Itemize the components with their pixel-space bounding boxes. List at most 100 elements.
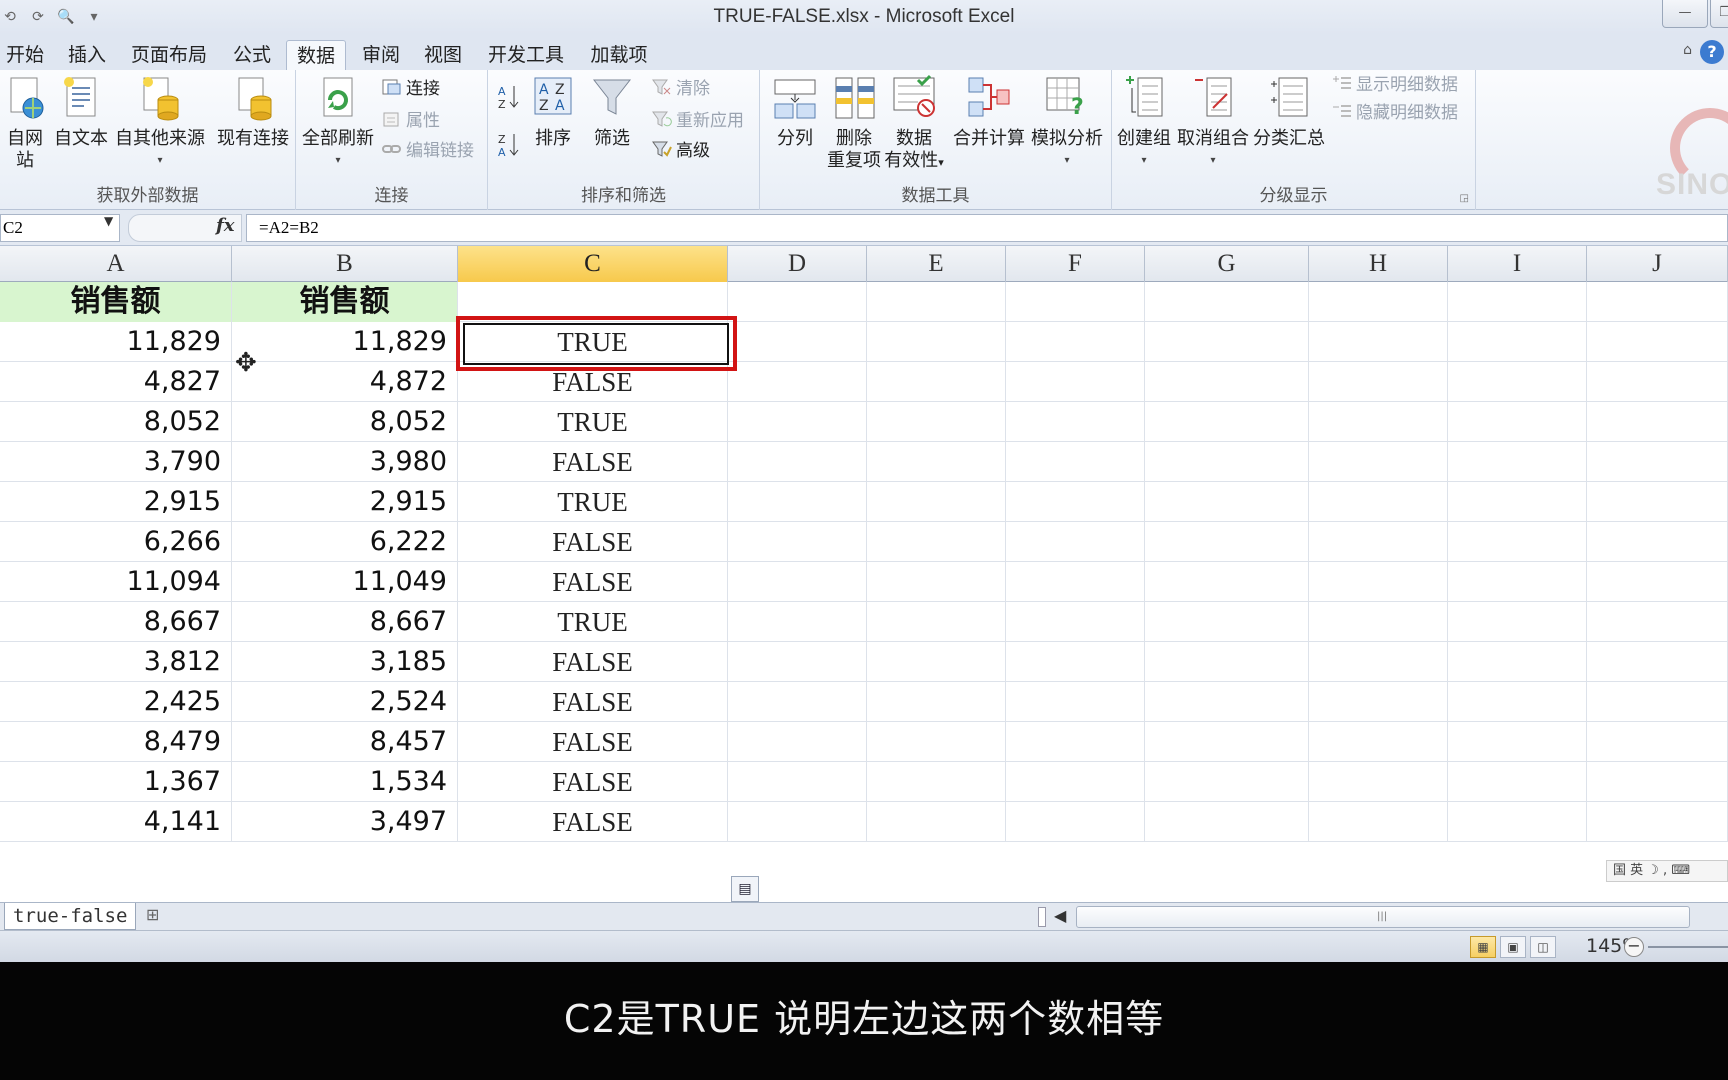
cell-g11[interactable] bbox=[1145, 682, 1309, 722]
cell-e3[interactable] bbox=[867, 362, 1006, 402]
cell-j2[interactable] bbox=[1587, 322, 1728, 362]
cell-d3[interactable] bbox=[728, 362, 867, 402]
cell-f6[interactable] bbox=[1006, 482, 1145, 522]
column-header-e[interactable]: E bbox=[867, 246, 1006, 282]
column-header-b[interactable]: B bbox=[232, 246, 458, 282]
cell-c11[interactable]: FALSE bbox=[458, 682, 728, 722]
cell-b10[interactable]: 3,185 bbox=[232, 642, 458, 682]
page-break-view-button[interactable]: ◫ bbox=[1530, 936, 1556, 958]
cell-i12[interactable] bbox=[1448, 722, 1587, 762]
cell-f1[interactable] bbox=[1006, 282, 1145, 322]
minimize-ribbon-icon[interactable]: ⌂ bbox=[1683, 42, 1692, 58]
normal-view-button[interactable]: ▦ bbox=[1470, 936, 1496, 958]
cell-b5[interactable]: 3,980 bbox=[232, 442, 458, 482]
cell-g14[interactable] bbox=[1145, 802, 1309, 842]
cell-i5[interactable] bbox=[1448, 442, 1587, 482]
sort-ascending-button[interactable]: AZ bbox=[498, 84, 520, 110]
cell-c6[interactable]: TRUE bbox=[458, 482, 728, 522]
column-header-c[interactable]: C bbox=[458, 246, 728, 282]
cell-a12[interactable]: 8,479 bbox=[0, 722, 232, 762]
filter-button[interactable]: 筛选 bbox=[584, 74, 640, 150]
cell-f2[interactable] bbox=[1006, 322, 1145, 362]
cell-h9[interactable] bbox=[1309, 602, 1448, 642]
column-header-j[interactable]: J bbox=[1587, 246, 1728, 282]
cell-e9[interactable] bbox=[867, 602, 1006, 642]
tab-view[interactable]: 视图 bbox=[418, 40, 468, 70]
tab-insert[interactable]: 插入 bbox=[62, 40, 112, 70]
cell-h4[interactable] bbox=[1309, 402, 1448, 442]
edit-links-button[interactable]: 编辑链接 bbox=[382, 136, 474, 161]
cell-i2[interactable] bbox=[1448, 322, 1587, 362]
what-if-analysis-button[interactable]: ? 模拟分析 ▾ bbox=[1028, 74, 1106, 172]
consolidate-button[interactable]: 合并计算 bbox=[952, 74, 1026, 150]
cell-c9[interactable]: TRUE bbox=[458, 602, 728, 642]
cell-e10[interactable] bbox=[867, 642, 1006, 682]
cell-i13[interactable] bbox=[1448, 762, 1587, 802]
cell-f11[interactable] bbox=[1006, 682, 1145, 722]
cell-f14[interactable] bbox=[1006, 802, 1145, 842]
horizontal-scrollbar[interactable]: ||| bbox=[1076, 906, 1690, 928]
cell-g4[interactable] bbox=[1145, 402, 1309, 442]
cell-e13[interactable] bbox=[867, 762, 1006, 802]
page-layout-view-button[interactable]: ▣ bbox=[1500, 936, 1526, 958]
cell-c13[interactable]: FALSE bbox=[458, 762, 728, 802]
name-box-dropdown-icon[interactable]: ▼ bbox=[104, 214, 113, 228]
cell-e4[interactable] bbox=[867, 402, 1006, 442]
cell-d14[interactable] bbox=[728, 802, 867, 842]
cell-e7[interactable] bbox=[867, 522, 1006, 562]
refresh-all-button[interactable]: 全部刷新 ▾ bbox=[302, 74, 374, 172]
cell-f13[interactable] bbox=[1006, 762, 1145, 802]
cell-g6[interactable] bbox=[1145, 482, 1309, 522]
cell-g7[interactable] bbox=[1145, 522, 1309, 562]
cell-d13[interactable] bbox=[728, 762, 867, 802]
cell-e11[interactable] bbox=[867, 682, 1006, 722]
subtotal-button[interactable]: 分类汇总 bbox=[1252, 74, 1326, 150]
tab-data[interactable]: 数据 bbox=[286, 40, 346, 70]
cell-e8[interactable] bbox=[867, 562, 1006, 602]
cell-c5[interactable]: FALSE bbox=[458, 442, 728, 482]
cell-e1[interactable] bbox=[867, 282, 1006, 322]
minimize-button[interactable]: — bbox=[1662, 0, 1708, 28]
tab-split-handle[interactable] bbox=[1038, 907, 1046, 927]
cell-g8[interactable] bbox=[1145, 562, 1309, 602]
text-to-columns-button[interactable]: 分列 bbox=[768, 74, 822, 150]
cell-h11[interactable] bbox=[1309, 682, 1448, 722]
cell-c4[interactable]: TRUE bbox=[458, 402, 728, 442]
cell-d11[interactable] bbox=[728, 682, 867, 722]
ime-toolbar[interactable]: 国 英 ☽ , ⌨ bbox=[1606, 860, 1728, 882]
cell-i3[interactable] bbox=[1448, 362, 1587, 402]
cell-d8[interactable] bbox=[728, 562, 867, 602]
cell-d10[interactable] bbox=[728, 642, 867, 682]
cell-j13[interactable] bbox=[1587, 762, 1728, 802]
cell-j5[interactable] bbox=[1587, 442, 1728, 482]
tab-formulas[interactable]: 公式 bbox=[226, 40, 278, 70]
cell-i8[interactable] bbox=[1448, 562, 1587, 602]
cell-j14[interactable] bbox=[1587, 802, 1728, 842]
cell-a11[interactable]: 2,425 bbox=[0, 682, 232, 722]
cell-i6[interactable] bbox=[1448, 482, 1587, 522]
existing-connections-button[interactable]: 现有连接 bbox=[214, 74, 292, 150]
cell-b13[interactable]: 1,534 bbox=[232, 762, 458, 802]
cell-i11[interactable] bbox=[1448, 682, 1587, 722]
cell-i10[interactable] bbox=[1448, 642, 1587, 682]
cell-h3[interactable] bbox=[1309, 362, 1448, 402]
sheet-tab-true-false[interactable]: true-false bbox=[4, 903, 137, 930]
group-button[interactable]: 创建组 ▾ bbox=[1116, 74, 1172, 172]
tab-page-layout[interactable]: 页面布局 bbox=[124, 40, 214, 70]
cell-c12[interactable]: FALSE bbox=[458, 722, 728, 762]
cell-a3[interactable]: 4,827 bbox=[0, 362, 232, 402]
clear-filter-button[interactable]: 清除 bbox=[652, 74, 710, 99]
column-header-d[interactable]: D bbox=[728, 246, 867, 282]
cell-f4[interactable] bbox=[1006, 402, 1145, 442]
cell-b11[interactable]: 2,524 bbox=[232, 682, 458, 722]
cell-h12[interactable] bbox=[1309, 722, 1448, 762]
cell-d4[interactable] bbox=[728, 402, 867, 442]
cell-e14[interactable] bbox=[867, 802, 1006, 842]
cell-b14[interactable]: 3,497 bbox=[232, 802, 458, 842]
column-header-f[interactable]: F bbox=[1006, 246, 1145, 282]
cell-f8[interactable] bbox=[1006, 562, 1145, 602]
remove-duplicates-button[interactable]: 删除 重复项 bbox=[824, 74, 884, 172]
cell-i9[interactable] bbox=[1448, 602, 1587, 642]
cell-a6[interactable]: 2,915 bbox=[0, 482, 232, 522]
zoom-slider[interactable] bbox=[1648, 946, 1728, 948]
